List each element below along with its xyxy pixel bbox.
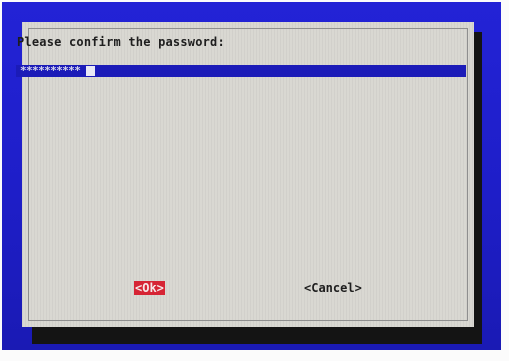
photo-frame: Please confirm the password: ********** …	[0, 0, 509, 361]
dialog-prompt: Please confirm the password:	[17, 35, 225, 49]
terminal-screen	[2, 2, 501, 350]
password-masked-value: **********	[20, 64, 81, 77]
text-cursor	[86, 66, 95, 76]
cancel-button[interactable]: <Cancel>	[303, 281, 363, 295]
password-input[interactable]: **********	[16, 64, 466, 77]
ok-button[interactable]: <Ok>	[134, 281, 165, 295]
